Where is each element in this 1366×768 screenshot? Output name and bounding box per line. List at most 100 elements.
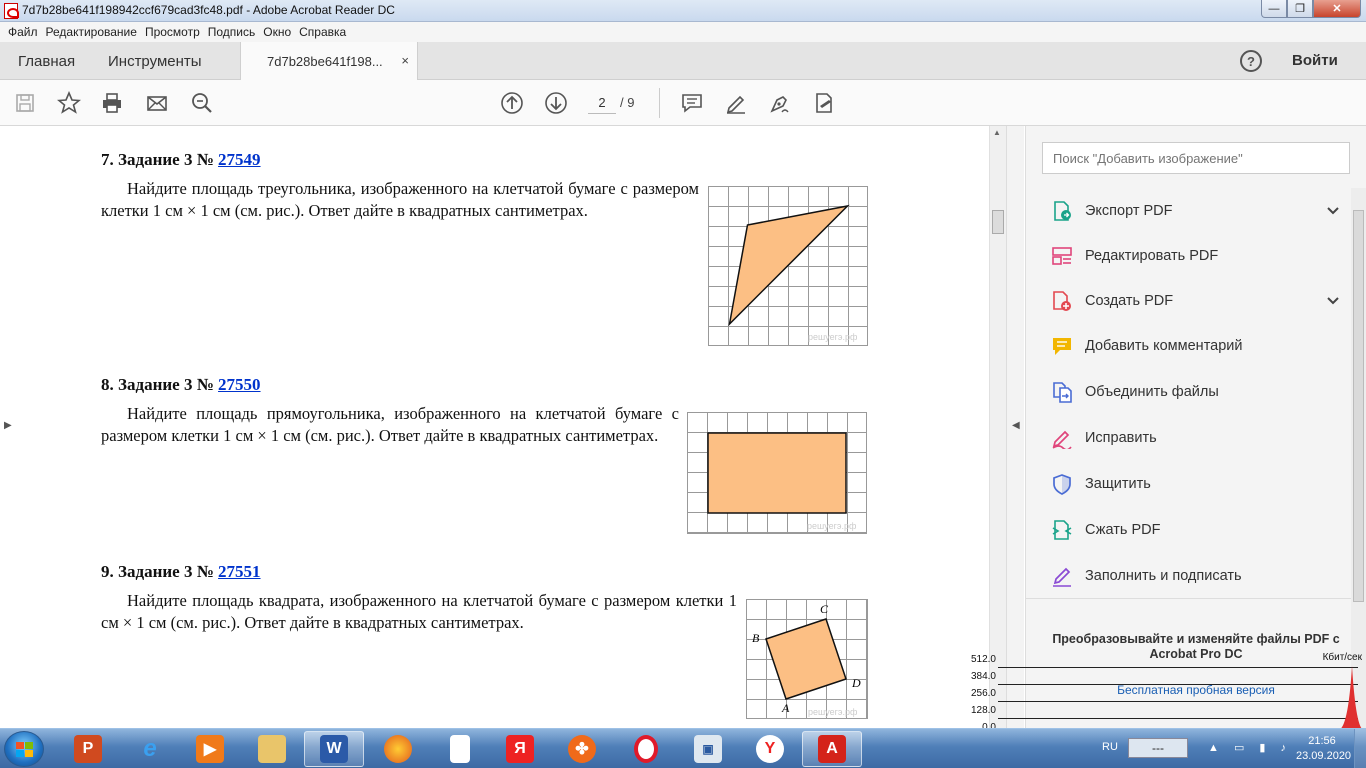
taskbar-yandex[interactable]: Я <box>490 731 550 767</box>
star-icon[interactable] <box>56 90 82 116</box>
clock-date: 23.09.2020 <box>1296 750 1352 762</box>
scrollbar-thumb[interactable] <box>1353 210 1364 602</box>
tools-pane-scrollbar[interactable] <box>1351 188 1366 728</box>
task-7-link[interactable]: 27549 <box>218 150 261 169</box>
tool-compress-pdf[interactable]: Сжать PDF <box>1050 511 1340 549</box>
chevron-down-icon[interactable] <box>1326 204 1340 220</box>
taskbar-opera[interactable] <box>616 731 676 767</box>
task-7-figure: решуегэ.рф <box>708 186 868 346</box>
tools-search-input[interactable] <box>1042 142 1350 174</box>
tool-add-comment[interactable]: Добавить комментарий <box>1050 327 1340 365</box>
tab-document[interactable]: 7d7b28be641f198... × <box>240 42 418 81</box>
sign-icon[interactable] <box>767 90 793 116</box>
taskbar-powerpoint[interactable]: P <box>58 731 118 767</box>
tool-create-pdf[interactable]: Создать PDF <box>1050 282 1340 320</box>
maximize-button[interactable]: ❐ <box>1287 0 1313 18</box>
task-9-title: 9. Задание 3 № 27551 <box>101 562 261 582</box>
toolbar-divider <box>659 88 660 118</box>
more-tools-icon[interactable] <box>811 90 837 116</box>
net-gridline <box>998 667 1358 668</box>
tool-combine-files[interactable]: Объединить файлы <box>1050 373 1340 411</box>
tool-fix-label: Исправить <box>1085 430 1157 446</box>
tools-pane: Экспорт PDF Редактировать PDF Создать PD… <box>1025 126 1366 728</box>
edit-pdf-icon <box>1050 244 1074 268</box>
tool-edit-pdf[interactable]: Редактировать PDF <box>1050 237 1340 275</box>
right-panel-toggle[interactable]: ◀ <box>1006 126 1024 728</box>
panel-divider <box>1026 598 1366 599</box>
firefox-icon <box>384 735 412 763</box>
minimize-button[interactable]: — <box>1261 0 1287 18</box>
fill-sign-icon <box>1050 564 1074 588</box>
task-8-title: 8. Задание 3 № 27550 <box>101 375 261 395</box>
menu-edit[interactable]: Редактирование <box>46 25 143 39</box>
signin-button[interactable]: Войти <box>1292 52 1338 69</box>
document-scrollbar[interactable]: ▲ <box>989 126 1006 728</box>
app-icon: ▣ <box>694 735 722 763</box>
next-page-icon[interactable] <box>543 90 569 116</box>
task-7-title: 7. Задание 3 № 27549 <box>101 150 261 170</box>
menu-file[interactable]: Файл <box>8 25 44 39</box>
taskbar: P e ▶ W Я ✤ ▣ Y A RU --- ▲ ▭ ▮ ♪ 21:56 2… <box>0 728 1366 768</box>
clock[interactable]: 21:56 23.09.2020 <box>1296 734 1352 764</box>
taskbar-yandex-browser[interactable]: Y <box>740 731 800 767</box>
taskbar-media[interactable]: ▶ <box>180 731 240 767</box>
task-9-label: 9. Задание 3 № <box>101 562 219 581</box>
tab-home[interactable]: Главная <box>18 42 75 80</box>
tool-fix[interactable]: Исправить <box>1050 419 1340 457</box>
tray-icons[interactable]: ▲ ▭ ▮ ♪ <box>1208 741 1292 754</box>
menu-view[interactable]: Просмотр <box>145 25 206 39</box>
taskbar-app[interactable]: ▣ <box>678 731 738 767</box>
comment-icon[interactable] <box>679 90 705 116</box>
chevron-down-icon[interactable] <box>1326 294 1340 310</box>
tab-close-icon[interactable]: × <box>401 53 409 68</box>
show-desktop-button[interactable] <box>1354 729 1366 768</box>
page-number-input[interactable] <box>588 92 616 114</box>
net-spike <box>1338 666 1364 730</box>
menu-bar: Файл Редактирование Просмотр Подпись Окн… <box>0 22 1366 42</box>
close-button[interactable]: ✕ <box>1313 0 1361 18</box>
menu-sign[interactable]: Подпись <box>208 25 262 39</box>
task-9-figure: B C D A решуегэ.рф <box>746 599 868 719</box>
print-icon[interactable] <box>99 90 125 116</box>
tray-widget[interactable]: --- <box>1128 738 1188 758</box>
tool-edit-pdf-label: Редактировать PDF <box>1085 248 1219 264</box>
yandex-icon: Я <box>506 735 534 763</box>
previous-page-icon[interactable] <box>499 90 525 116</box>
language-indicator[interactable]: RU <box>1102 741 1118 753</box>
task-9-link[interactable]: 27551 <box>218 562 261 581</box>
tool-add-comment-label: Добавить комментарий <box>1085 338 1243 354</box>
figure-watermark: решуегэ.рф <box>807 521 857 531</box>
task-8-link[interactable]: 27550 <box>218 375 261 394</box>
net-gridline <box>998 718 1358 719</box>
taskbar-firefox[interactable] <box>368 731 428 767</box>
tool-protect[interactable]: Защитить <box>1050 465 1340 503</box>
net-label-512: 512.0 <box>970 654 996 665</box>
taskbar-film[interactable]: ✤ <box>552 731 612 767</box>
taskbar-acrobat[interactable]: A <box>802 731 862 767</box>
folder-icon <box>258 735 286 763</box>
tool-fill-sign[interactable]: Заполнить и подписать <box>1050 557 1340 595</box>
task-9-text: Найдите площадь квадрата, изображенного … <box>101 591 737 632</box>
menu-window[interactable]: Окно <box>263 25 297 39</box>
tool-export-pdf[interactable]: Экспорт PDF <box>1050 192 1340 230</box>
powerpoint-icon: P <box>74 735 102 763</box>
left-panel-toggle-icon[interactable]: ▶ <box>4 420 12 431</box>
highlight-pen-icon[interactable] <box>723 90 749 116</box>
internet-explorer-icon: e <box>143 735 157 762</box>
scrollbar-thumb[interactable] <box>992 210 1004 234</box>
taskbar-file[interactable] <box>430 731 490 767</box>
yandex-browser-icon: Y <box>756 735 784 763</box>
tab-tools[interactable]: Инструменты <box>108 42 202 80</box>
taskbar-ie[interactable]: e <box>120 731 180 767</box>
export-pdf-icon <box>1050 199 1074 223</box>
combine-files-icon <box>1050 380 1074 404</box>
taskbar-explorer[interactable] <box>242 731 302 767</box>
email-icon[interactable] <box>144 90 170 116</box>
menu-help[interactable]: Справка <box>299 25 352 39</box>
scroll-up-icon[interactable]: ▲ <box>993 128 1001 137</box>
taskbar-word[interactable]: W <box>304 731 364 767</box>
zoom-search-icon[interactable] <box>189 90 215 116</box>
help-icon[interactable]: ? <box>1240 50 1262 72</box>
start-button[interactable] <box>4 731 44 767</box>
save-icon[interactable] <box>12 90 38 116</box>
